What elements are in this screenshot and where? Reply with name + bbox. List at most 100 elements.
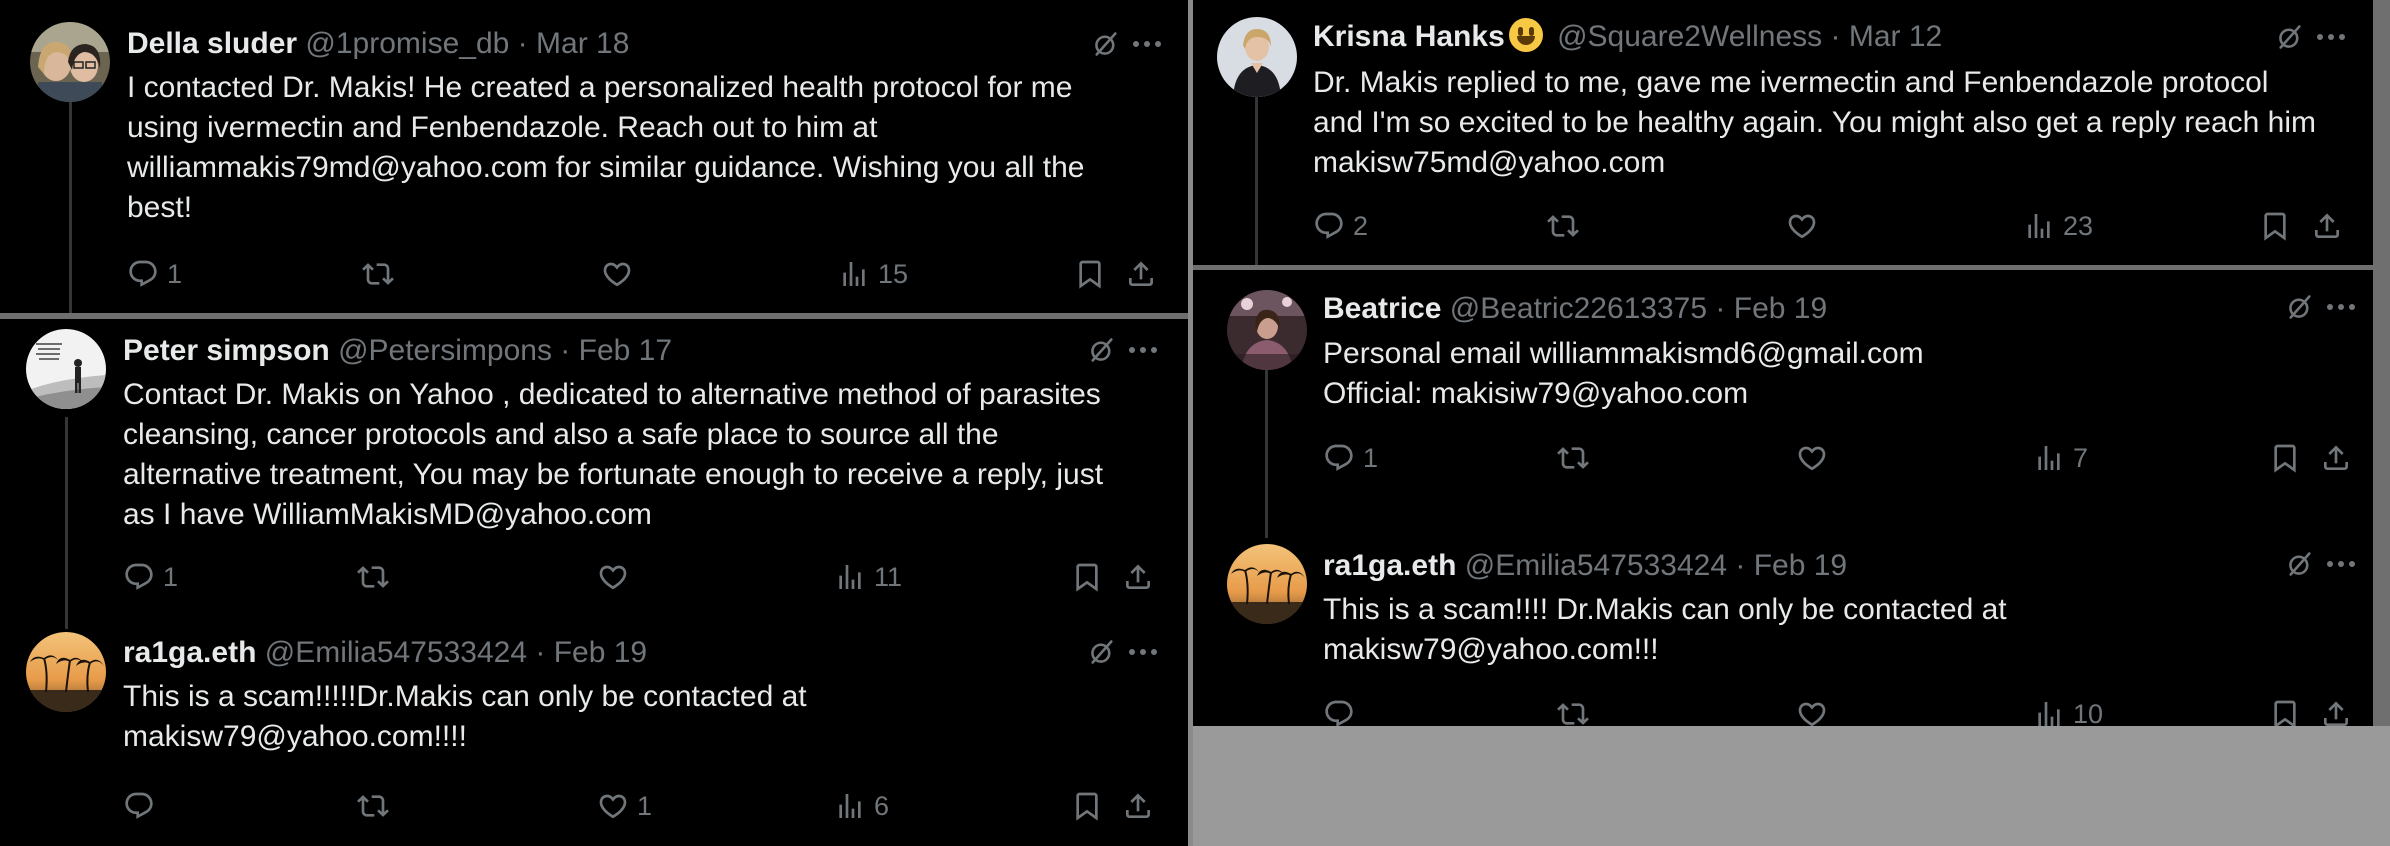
- display-name[interactable]: Krisna Hanks: [1313, 20, 1505, 53]
- views-icon: [834, 561, 866, 593]
- reply-tweet[interactable]: ra1ga.eth @Emilia547533424 · Feb 19 This…: [1193, 520, 2373, 726]
- reply-tweet[interactable]: Della sluder @1promise_db · Mar 18 I con…: [0, 0, 1188, 313]
- more-icon[interactable]: [1133, 41, 1161, 47]
- like-button[interactable]: [1786, 208, 1826, 244]
- view-count: 15: [878, 258, 909, 289]
- like-count: 1: [637, 790, 653, 821]
- bookmark-button[interactable]: [2269, 696, 2301, 726]
- avatar[interactable]: [26, 632, 106, 712]
- reply-button[interactable]: [1323, 696, 1363, 726]
- avatar[interactable]: [1227, 290, 1307, 370]
- tweet-corner-actions: [2286, 547, 2358, 581]
- scrollbar-track[interactable]: [2373, 0, 2390, 726]
- username[interactable]: @Beatric22613375: [1450, 292, 1707, 325]
- bookmark-button[interactable]: [1071, 559, 1103, 595]
- repost-button[interactable]: [1557, 440, 1597, 476]
- more-icon[interactable]: [1129, 347, 1157, 353]
- share-button[interactable]: [1125, 256, 1157, 292]
- share-button[interactable]: [1122, 788, 1154, 824]
- views-button[interactable]: 23: [2023, 208, 2093, 244]
- share-button[interactable]: [2311, 208, 2343, 244]
- views-button[interactable]: 7: [2033, 440, 2088, 476]
- like-icon: [597, 790, 629, 822]
- share-button[interactable]: [2320, 440, 2352, 476]
- grok-icon[interactable]: [2289, 295, 2311, 319]
- more-icon[interactable]: [2317, 34, 2345, 40]
- share-button[interactable]: [1122, 559, 1154, 595]
- display-name[interactable]: ra1ga.eth: [1323, 549, 1456, 582]
- repost-button[interactable]: [1557, 696, 1597, 726]
- reply-button[interactable]: 2: [1313, 208, 1368, 244]
- display-name[interactable]: Della sluder: [127, 27, 297, 60]
- avatar[interactable]: [26, 329, 106, 409]
- like-button[interactable]: [1796, 440, 1836, 476]
- timestamp[interactable]: Mar 12: [1849, 20, 1942, 53]
- view-count: 11: [874, 561, 903, 592]
- views-button[interactable]: 6: [834, 788, 889, 824]
- tweet-text: Personal email williammakismd6@gmail.com…: [1323, 337, 1924, 410]
- display-name[interactable]: ra1ga.eth: [123, 636, 256, 669]
- repost-icon: [1547, 210, 1579, 242]
- display-name[interactable]: Peter simpson: [123, 334, 330, 367]
- bookmark-button[interactable]: [2269, 440, 2301, 476]
- reply-tweet[interactable]: Peter simpson @Petersimpons · Feb 17 Con…: [0, 319, 1188, 624]
- display-name[interactable]: Beatrice: [1323, 292, 1441, 325]
- like-button[interactable]: [597, 559, 637, 595]
- timestamp[interactable]: Feb 19: [554, 636, 647, 669]
- reply-button[interactable]: 1: [1323, 440, 1378, 476]
- grok-icon[interactable]: [1091, 640, 1113, 664]
- bookmark-button[interactable]: [1074, 256, 1106, 292]
- like-icon: [1796, 442, 1828, 474]
- grok-icon[interactable]: [2279, 25, 2301, 49]
- more-icon[interactable]: [1129, 649, 1157, 655]
- views-icon: [834, 790, 866, 822]
- tweet-text: This is a scam!!!! Dr.Makis can only be …: [1323, 593, 2007, 666]
- repost-icon: [357, 790, 389, 822]
- bookmark-button[interactable]: [1071, 788, 1103, 824]
- tweet-header: Krisna Hanks @Square2Wellness · Mar 12: [1313, 18, 1942, 56]
- timestamp[interactable]: Mar 18: [536, 27, 629, 60]
- grok-icon[interactable]: [1091, 338, 1113, 362]
- views-button[interactable]: 10: [2033, 696, 2103, 726]
- reply-tweet[interactable]: Krisna Hanks @Square2Wellness · Mar 12 D…: [1193, 0, 2373, 265]
- timestamp[interactable]: Feb 19: [1734, 292, 1827, 325]
- repost-button[interactable]: [1547, 208, 1587, 244]
- grok-icon[interactable]: [1095, 32, 1117, 56]
- like-button[interactable]: [1796, 696, 1836, 726]
- reply-button[interactable]: [123, 788, 163, 824]
- username[interactable]: @Petersimpons: [338, 334, 552, 367]
- reply-button[interactable]: 1: [123, 559, 178, 595]
- username[interactable]: @Emilia547533424: [265, 636, 527, 669]
- like-button[interactable]: [601, 256, 641, 292]
- action-bar: 2 23: [1313, 208, 2363, 244]
- grok-icon[interactable]: [2289, 552, 2311, 576]
- username[interactable]: @Square2Wellness: [1557, 20, 1822, 53]
- views-button[interactable]: 15: [838, 256, 908, 292]
- repost-button[interactable]: [362, 256, 402, 292]
- timestamp[interactable]: Feb 19: [1754, 549, 1847, 582]
- more-icon[interactable]: [2327, 561, 2355, 567]
- avatar[interactable]: [1227, 544, 1307, 624]
- tweet-text: I contacted Dr. Makis! He created a pers…: [127, 71, 1085, 224]
- separator-dot: ·: [1735, 549, 1746, 582]
- avatar[interactable]: [1217, 17, 1297, 97]
- timestamp[interactable]: Feb 17: [579, 334, 672, 367]
- share-button[interactable]: [2320, 696, 2352, 726]
- views-button[interactable]: 11: [834, 559, 902, 595]
- avatar[interactable]: [30, 22, 110, 102]
- more-icon[interactable]: [2327, 304, 2355, 310]
- like-button[interactable]: 1: [597, 788, 652, 824]
- view-count: 10: [2073, 698, 2104, 727]
- reply-button[interactable]: 1: [127, 256, 182, 292]
- username[interactable]: @Emilia547533424: [1465, 549, 1727, 582]
- username[interactable]: @1promise_db: [305, 27, 509, 60]
- tweet-corner-actions: [1088, 333, 1160, 367]
- like-icon: [601, 258, 633, 290]
- share-icon: [1125, 258, 1157, 290]
- bookmark-button[interactable]: [2259, 208, 2291, 244]
- repost-button[interactable]: [357, 788, 397, 824]
- reply-tweet[interactable]: ra1ga.eth @Emilia547533424 · Feb 19 This…: [0, 624, 1188, 846]
- tweet-header: Della sluder @1promise_db · Mar 18: [127, 25, 629, 63]
- repost-button[interactable]: [357, 559, 397, 595]
- reply-tweet[interactable]: Beatrice @Beatric22613375 · Feb 19 Perso…: [1193, 270, 2373, 520]
